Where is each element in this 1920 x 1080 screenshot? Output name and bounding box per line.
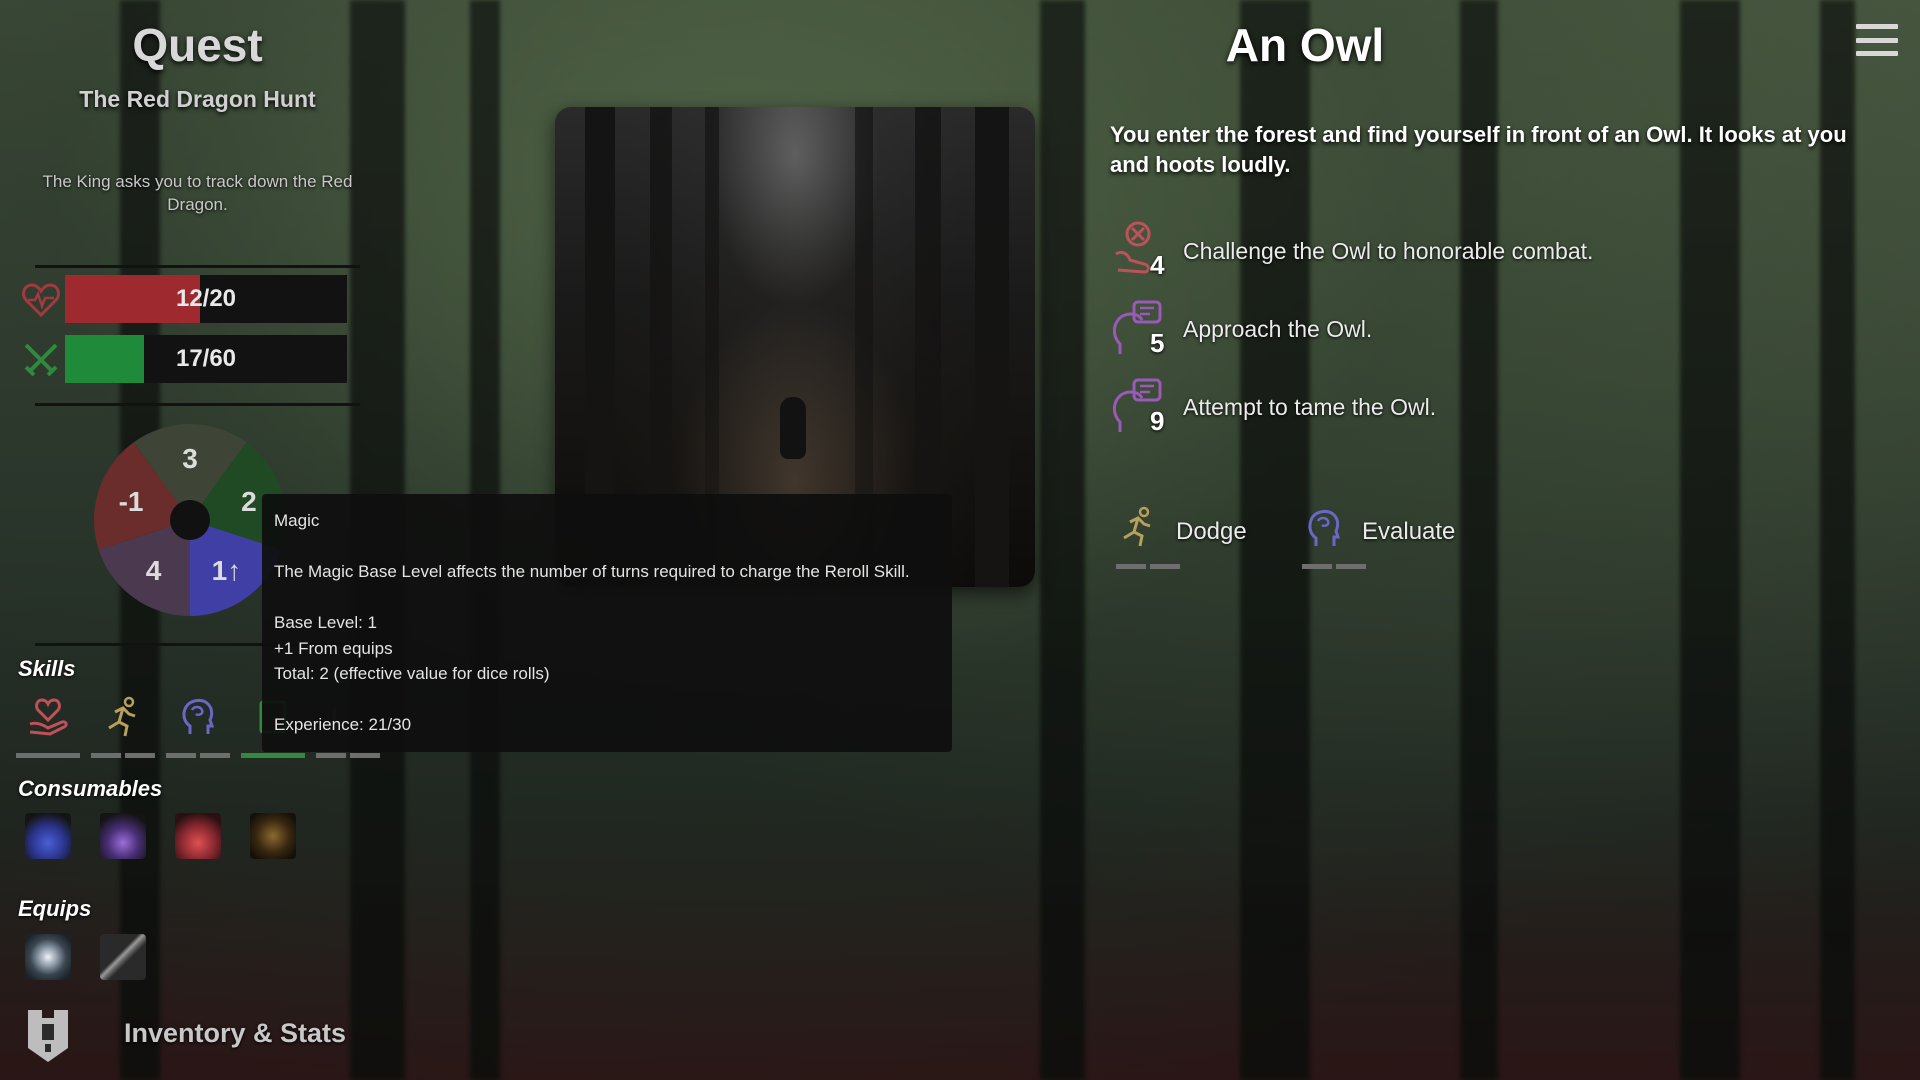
wheel-value-label: -1 [119,486,144,517]
tooltip-experience: Experience: 21/30 [274,715,412,734]
health-value: 12/20 [175,285,237,312]
skill-charisma-pips [316,753,380,758]
dagger-icon[interactable] [100,934,146,980]
running-man-icon [108,696,136,737]
dark-scroll-icon[interactable] [250,813,296,859]
choice-approach[interactable]: 5 Approach the Owl. [1110,298,1810,362]
tooltip-from-equips: +1 From equips [274,638,393,658]
stamina-value: 17/60 [175,345,237,372]
evaluate-label: Evaluate [1362,518,1456,545]
choice-tame-text: Attempt to tame the Owl. [1183,394,1437,420]
event-description: You enter the forest and find yourself i… [1110,122,1847,177]
skill-magic[interactable] [166,692,230,758]
attribute-wheel[interactable]: 3 2 1↑ 4 -1 [90,420,290,620]
purple-potion-icon[interactable] [100,813,146,859]
lantern-icon[interactable] [25,934,71,980]
tooltip-base-level: Base Level: 1 [274,613,378,632]
health-track: 12/20 [65,275,347,323]
equips-label: Equips [18,896,92,921]
skill-agility-pips [91,753,155,758]
wheel-center [170,500,210,540]
wheel-value-label: 4 [146,555,162,586]
divider-mid [35,403,360,406]
tooltip-total: Total: 2 (effective value for dice rolls… [274,664,550,683]
skill-health[interactable] [16,692,80,758]
hamburger-menu-icon[interactable] [1856,24,1898,56]
owl-figure [780,397,806,459]
dodge-label: Dodge [1176,518,1247,545]
choice-challenge-number: 4 [1150,250,1165,280]
heart-icon [22,283,60,318]
choice-approach-number: 5 [1150,328,1165,358]
choice-challenge[interactable]: 4 Challenge the Owl to honorable combat. [1110,220,1810,284]
wheel-value-label: 1↑ [212,555,242,586]
choice-tame-number: 9 [1150,406,1165,436]
quest-name: The Red Dragon Hunt [79,86,316,112]
inventory-stats-button[interactable]: Inventory & Stats [124,1018,346,1049]
stamina-bar: 17/60 [20,335,350,383]
event-title: An Owl [1225,19,1385,71]
heart-hand-icon [29,698,68,736]
quest-description: The King asks you to track down the Red … [42,172,353,214]
dodge-pips [1116,564,1180,569]
divider-top [35,265,360,268]
blue-potion-icon[interactable] [25,813,71,859]
skill-agility[interactable] [91,692,155,758]
skill-magic-pips [166,753,230,758]
crossed-swords-icon [24,343,58,377]
wheel-value-label: 2 [241,486,257,517]
tooltip-title: Magic [274,511,320,530]
evaluate-pips [1302,564,1366,569]
choice-challenge-text: Challenge the Owl to honorable combat. [1183,238,1594,264]
choice-tame[interactable]: 9 Attempt to tame the Owl. [1110,376,1810,440]
skill-knowledge-pips [241,753,305,758]
armor-icon[interactable] [24,1008,72,1064]
consumables-label: Consumables [18,776,163,801]
skill-health-pips [16,753,80,758]
quest-heading: Quest [132,19,263,71]
wheel-value-label: 3 [182,443,198,474]
skill-tooltip: Magic The Magic Base Level affects the n… [262,494,952,752]
brain-head-icon [1308,509,1341,546]
stamina-track: 17/60 [65,335,347,383]
choice-approach-text: Approach the Owl. [1183,316,1373,342]
brain-head-icon [182,698,215,734]
tooltip-description: The Magic Base Level affects the number … [274,562,910,581]
health-bar: 12/20 [20,275,350,323]
red-potion-icon[interactable] [175,813,221,859]
running-man-icon [1123,506,1151,547]
skills-label: Skills [18,656,76,681]
